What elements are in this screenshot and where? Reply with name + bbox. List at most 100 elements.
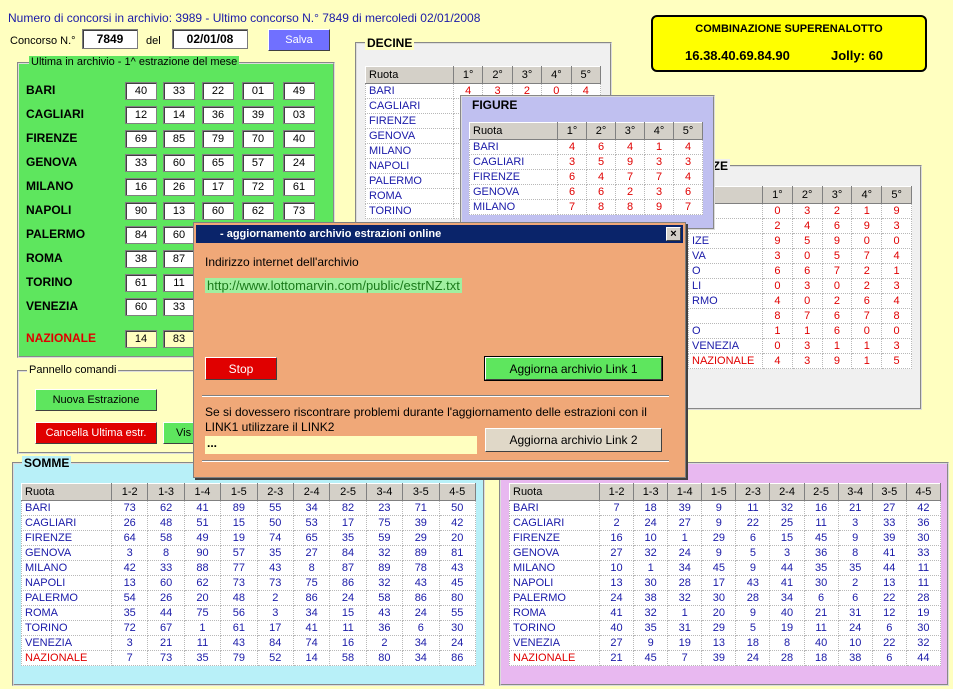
del-label: del xyxy=(146,35,161,47)
table-row: TORINO 72 67 1 61 17 41 11 36 6 30 xyxy=(21,620,477,636)
archive-url: http://www.lottomarvin.com/public/estrNZ… xyxy=(205,278,462,293)
value-cell: 28 xyxy=(769,650,805,666)
number-field[interactable]: 60 xyxy=(163,154,195,172)
value-cell: 2 xyxy=(851,278,883,294)
save-button[interactable]: Salva xyxy=(268,29,330,51)
number-field[interactable]: 61 xyxy=(125,274,157,292)
stop-button[interactable]: Stop xyxy=(205,357,277,380)
number-field[interactable]: 90 xyxy=(125,202,157,220)
value-cell: 59 xyxy=(365,530,404,546)
header-cell: 3° xyxy=(615,122,645,140)
value-cell: 22 xyxy=(871,590,907,606)
number-field[interactable]: 40 xyxy=(125,82,157,100)
concorso-input[interactable]: 7849 xyxy=(82,29,138,49)
ruota-cell: BARI xyxy=(365,83,454,99)
table-row: VA 3 0 5 7 4 xyxy=(688,248,912,264)
header-cell: 2-5 xyxy=(329,483,367,501)
value-cell: 6 xyxy=(557,184,587,200)
value-cell: 64 xyxy=(110,530,149,546)
link2-button[interactable]: Aggiorna archivio Link 2 xyxy=(485,428,662,452)
number-field[interactable]: 60 xyxy=(202,202,234,220)
value-cell: 5 xyxy=(821,248,853,264)
number-field[interactable]: 11 xyxy=(163,274,195,292)
number-field[interactable]: 14 xyxy=(163,106,195,124)
number-field[interactable]: 60 xyxy=(163,226,195,244)
number-field[interactable]: 13 xyxy=(163,202,195,220)
value-cell: 7 xyxy=(598,500,635,516)
value-cell: 0 xyxy=(791,248,823,264)
dialog-title: - aggiornamento archivio estrazioni onli… xyxy=(220,228,442,240)
value-cell: 44 xyxy=(871,560,907,576)
value-cell: 0 xyxy=(762,338,793,354)
value-cell: 3 xyxy=(644,154,674,170)
cancella-button[interactable]: Cancella Ultima estr. xyxy=(35,422,157,444)
ruota-cell: GENOVA xyxy=(365,128,454,144)
number-field[interactable]: 61 xyxy=(283,178,315,196)
value-cell: 9 xyxy=(701,545,737,561)
number-field[interactable]: 33 xyxy=(125,154,157,172)
value-cell: 36 xyxy=(905,515,942,531)
value-cell: 44 xyxy=(769,560,805,576)
number-field[interactable]: 33 xyxy=(163,298,195,316)
number-field[interactable]: 84 xyxy=(125,226,157,244)
number-field[interactable]: 36 xyxy=(202,106,234,124)
number-field[interactable]: 79 xyxy=(202,130,234,148)
header-cell: 1-2 xyxy=(598,483,635,501)
number-field[interactable]: 83 xyxy=(163,330,195,348)
value-cell: 0 xyxy=(851,233,883,249)
header-cell: Ruota xyxy=(509,483,600,501)
value-cell: 3 xyxy=(110,635,149,651)
value-cell: 0 xyxy=(791,293,823,309)
number-field[interactable]: 33 xyxy=(163,82,195,100)
number-field[interactable]: 38 xyxy=(125,250,157,268)
table-row: GENOVA 27 32 24 9 5 3 36 8 41 33 xyxy=(509,545,942,561)
date-input[interactable]: 02/01/08 xyxy=(172,29,248,49)
value-cell: 6 xyxy=(557,169,587,185)
number-field[interactable]: 26 xyxy=(163,178,195,196)
number-field[interactable]: 60 xyxy=(125,298,157,316)
number-field[interactable]: 49 xyxy=(283,82,315,100)
value-cell: 30 xyxy=(701,590,737,606)
number-field[interactable]: 24 xyxy=(283,154,315,172)
number-field[interactable]: 69 xyxy=(125,130,157,148)
number-field[interactable]: 03 xyxy=(283,106,315,124)
number-field[interactable]: 73 xyxy=(283,202,315,220)
number-field[interactable]: 70 xyxy=(242,130,274,148)
value-cell: 6 xyxy=(402,620,440,636)
number-field[interactable]: 85 xyxy=(163,130,195,148)
number-field[interactable]: 14 xyxy=(125,330,157,348)
value-cell: 8 xyxy=(762,308,793,324)
ruota-cell: NAPOLI xyxy=(509,575,600,591)
ruota-cell: ROMA xyxy=(509,605,600,621)
number-field[interactable]: 17 xyxy=(202,178,234,196)
value-cell: 20 xyxy=(183,590,222,606)
close-icon[interactable]: × xyxy=(666,227,681,241)
number-field[interactable]: 12 xyxy=(125,106,157,124)
number-field[interactable]: 65 xyxy=(202,154,234,172)
value-cell: 5 xyxy=(735,620,771,636)
value-cell: 18 xyxy=(735,635,771,651)
value-cell: 9 xyxy=(837,530,873,546)
value-cell: 45 xyxy=(438,575,477,591)
table-row: FIRENZE 64 58 49 19 74 65 35 59 29 20 xyxy=(21,530,477,546)
number-field[interactable]: 22 xyxy=(202,82,234,100)
number-field[interactable]: 40 xyxy=(283,130,315,148)
table-row: VENEZIA 3 21 11 43 84 74 16 2 34 24 xyxy=(21,635,477,651)
header-row: Ruota 1° 2° 3° 4° 5° xyxy=(365,66,602,84)
number-field[interactable]: 39 xyxy=(242,106,274,124)
number-field[interactable]: 72 xyxy=(242,178,274,196)
number-field[interactable]: 62 xyxy=(242,202,274,220)
number-field[interactable]: 01 xyxy=(242,82,274,100)
number-field[interactable]: 16 xyxy=(125,178,157,196)
number-field[interactable]: 57 xyxy=(242,154,274,172)
value-cell: 82 xyxy=(329,500,367,516)
value-cell: 58 xyxy=(329,650,367,666)
value-cell: 3 xyxy=(644,184,674,200)
number-field[interactable]: 87 xyxy=(163,250,195,268)
visualizza-button[interactable]: Vis xyxy=(163,422,197,444)
value-cell: 3 xyxy=(256,605,294,621)
nuova-estrazione-button[interactable]: Nuova Estrazione xyxy=(35,389,157,411)
link1-button[interactable]: Aggiorna archivio Link 1 xyxy=(484,356,663,381)
header-cell: 4-5 xyxy=(905,483,942,501)
value-cell: 8 xyxy=(881,308,912,324)
